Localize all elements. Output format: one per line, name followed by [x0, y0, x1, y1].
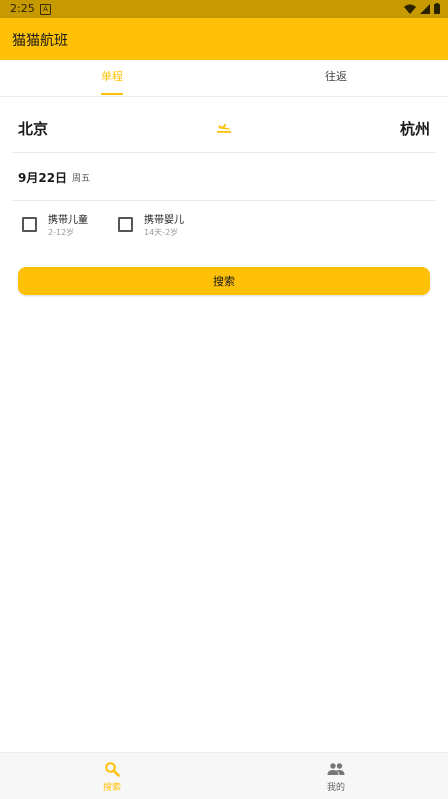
infant-label: 携带婴儿	[144, 215, 184, 226]
search-icon	[104, 761, 120, 781]
infant-age-range: 14天-2岁	[144, 228, 179, 237]
departure-city[interactable]: 北京	[18, 118, 48, 139]
app-bar: 猫猫航班	[0, 18, 448, 60]
app-title: 猫猫航班	[12, 33, 68, 49]
child-checkbox[interactable]	[22, 217, 37, 232]
infant-checkbox[interactable]	[118, 217, 133, 232]
date-row[interactable]: 9月22日 周五	[12, 153, 436, 201]
departure-weekday: 周五	[72, 174, 91, 184]
tab-round-trip[interactable]: 往返	[224, 60, 448, 96]
nav-search-label: 搜索	[102, 783, 121, 793]
arrival-city[interactable]: 杭州	[400, 118, 430, 139]
status-bar: 2:25 A	[0, 0, 448, 18]
nav-mine-label: 我的	[326, 783, 345, 793]
child-label: 携带儿童	[48, 215, 88, 226]
flight-swap-icon[interactable]	[216, 119, 232, 138]
signal-icon	[420, 3, 430, 14]
status-icons	[404, 3, 440, 14]
tab-indicator	[101, 93, 123, 95]
nav-item-search[interactable]: 搜索	[0, 753, 224, 799]
status-time: 2:25	[10, 2, 35, 15]
tab-one-way[interactable]: 单程	[0, 60, 224, 96]
people-icon	[327, 761, 345, 780]
wifi-icon	[404, 4, 416, 14]
route-row: 北京 杭州	[12, 106, 436, 153]
child-age-range: 2-12岁	[48, 228, 75, 237]
departure-date: 9月22日	[18, 171, 68, 185]
battery-icon	[434, 3, 440, 14]
search-button[interactable]: 搜索	[18, 267, 430, 295]
bottom-nav: 搜索 我的	[0, 752, 448, 799]
notification-icon: A	[40, 4, 51, 15]
trip-type-tabs: 单程 往返	[0, 60, 448, 97]
nav-item-mine[interactable]: 我的	[224, 753, 448, 799]
